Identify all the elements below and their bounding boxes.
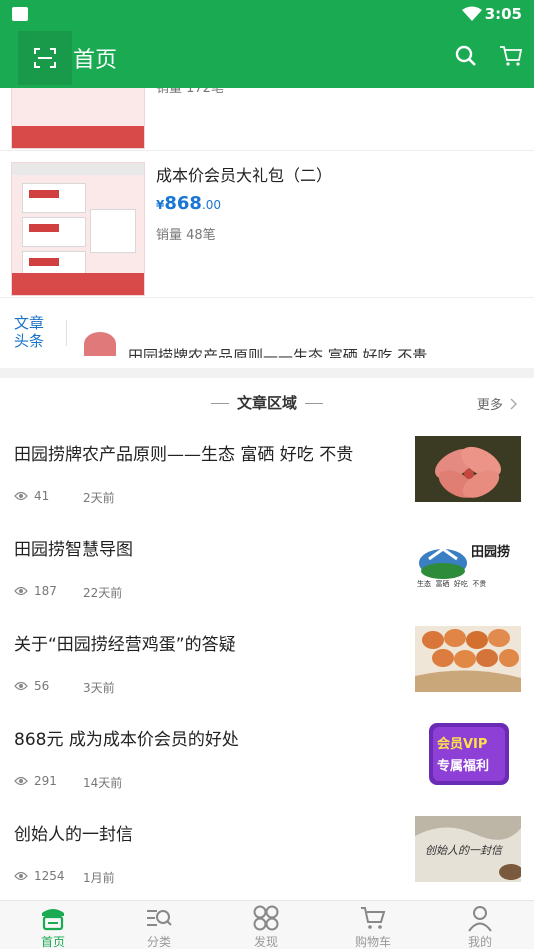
product-sales: 销量 48笔 — [156, 228, 216, 243]
article-item[interactable]: 田园捞智慧导图 187 22天前 田园捞 生态 富硒 好吃 不贵 — [0, 523, 534, 618]
eye-icon — [14, 586, 28, 596]
product-price: ¥868.00 — [156, 193, 222, 214]
article-thumbnail — [415, 436, 521, 502]
article-time: 22天前 — [83, 586, 123, 600]
headline-text: 田园捞牌农产品原则——生态 富硒 好吃 不贵 — [128, 347, 428, 358]
article-views: 41 — [14, 489, 49, 503]
wifi-icon — [462, 6, 482, 21]
article-thumbnail: 创始人的一封信 — [415, 816, 521, 882]
cart-icon[interactable] — [499, 45, 523, 67]
product-image — [11, 162, 145, 296]
article-time: 3天前 — [83, 681, 115, 695]
article-thumbnail: 田园捞 生态 富硒 好吃 不贵 — [415, 531, 521, 597]
article-views: 291 — [14, 774, 57, 788]
section-title: 文章区域 — [0, 392, 534, 413]
article-item[interactable]: 868元 成为成本价会员的好处 291 14天前 会员VIP 专属福利 — [0, 713, 534, 808]
headline-label: 文章头条 — [14, 314, 45, 350]
headline-thumbnail — [84, 332, 116, 356]
tab-discover[interactable]: 发现 — [213, 901, 319, 949]
article-thumbnail — [415, 626, 521, 692]
tab-home[interactable]: 首页 — [0, 901, 106, 949]
product-sales: 销量 172笔 — [156, 88, 224, 96]
article-time: 2天前 — [83, 491, 115, 505]
eye-icon — [14, 871, 28, 881]
section-divider — [0, 368, 534, 378]
main-content[interactable]: 销量 172笔 成本价会员大礼包（二） ¥868.00 销量 48笔 文章头条 … — [0, 88, 534, 900]
sim-card-icon — [12, 7, 28, 21]
product-item[interactable]: 成本价会员大礼包（二） ¥868.00 销量 48笔 — [0, 152, 534, 298]
logo-tagline-text: 生态 富硒 好吃 不贵 — [417, 580, 487, 588]
status-bar: 3:05 — [0, 0, 534, 28]
product-item[interactable]: 销量 172笔 — [0, 88, 534, 151]
article-views: 1254 — [14, 869, 65, 883]
home-icon — [42, 909, 64, 931]
article-headline-ticker[interactable]: 文章头条 田园捞牌农产品原则——生态 富硒 好吃 不贵 — [0, 298, 534, 368]
article-thumbnail: 会员VIP 专属福利 — [415, 721, 521, 787]
product-name: 成本价会员大礼包（二） — [156, 166, 333, 185]
article-title: 创始人的一封信 — [14, 825, 133, 845]
article-title: 868元 成为成本价会员的好处 — [14, 730, 239, 750]
article-title: 田园捞智慧导图 — [14, 540, 133, 560]
profile-icon — [468, 906, 492, 932]
chevron-right-icon — [510, 398, 517, 410]
article-item[interactable]: 创始人的一封信 1254 1月前 创始人的一封信 — [0, 808, 534, 900]
more-link[interactable]: 更多 — [477, 394, 518, 413]
tab-cart[interactable]: 购物车 — [320, 901, 426, 949]
eye-icon — [14, 776, 28, 786]
page-title: 首页 — [73, 48, 118, 73]
discover-icon — [253, 905, 279, 931]
status-time: 3:05 — [484, 5, 522, 23]
article-views: 56 — [14, 679, 49, 693]
scan-icon — [34, 48, 56, 68]
divider — [66, 320, 67, 346]
eye-icon — [14, 491, 28, 501]
article-time: 14天前 — [83, 776, 123, 790]
logo-brand-text: 田园捞 — [471, 545, 511, 560]
article-title: 田园捞牌农产品原则——生态 富硒 好吃 不贵 — [14, 445, 354, 465]
cart-icon — [361, 907, 386, 929]
vip-line1-text: 会员VIP — [437, 737, 488, 752]
bottom-tab-bar: 首页 分类 发现 购物车 我的 — [0, 900, 534, 949]
articles-section-header: 文章区域 更多 — [0, 378, 534, 424]
article-title: 关于“田园捞经营鸡蛋”的答疑 — [14, 635, 236, 655]
article-item[interactable]: 田园捞牌农产品原则——生态 富硒 好吃 不贵 41 2天前 — [0, 428, 534, 523]
vip-line2-text: 专属福利 — [437, 759, 490, 774]
article-time: 1月前 — [83, 871, 115, 885]
scan-button[interactable] — [18, 31, 72, 85]
tab-profile[interactable]: 我的 — [427, 901, 533, 949]
search-icon[interactable] — [455, 45, 477, 67]
eye-icon — [14, 681, 28, 691]
category-icon — [147, 910, 172, 926]
app-bar: 首页 — [0, 28, 534, 88]
letter-text: 创始人的一封信 — [425, 844, 502, 857]
tab-category[interactable]: 分类 — [106, 901, 212, 949]
product-image — [11, 88, 145, 149]
article-views: 187 — [14, 584, 57, 598]
article-item[interactable]: 关于“田园捞经营鸡蛋”的答疑 56 3天前 — [0, 618, 534, 713]
